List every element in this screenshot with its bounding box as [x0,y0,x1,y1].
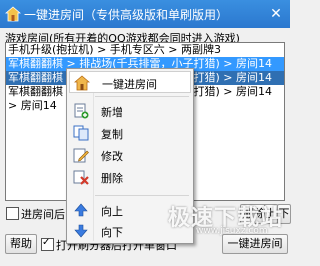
help-button[interactable]: 帮助 [5,234,37,254]
menu-item-delete[interactable]: 删除 [69,166,191,188]
arrow-up-icon [74,203,88,217]
menu-item-label: 向下 [101,226,123,239]
app-house-icon [5,6,21,22]
menu-item-label: 删除 [101,172,123,185]
enter-room-button[interactable]: 一键进房间 [222,234,288,254]
room-list-item[interactable]: 手机升级(抱拉机) > 手机专区六 > 两副牌3 [6,43,284,57]
watermark-url: www.jisuxz.com [196,226,268,236]
enter-room-checkbox-label: 进房间后 [21,208,65,221]
menu-item-label: 修改 [101,150,123,163]
arrow-down-icon [74,224,88,238]
window-title: 一键进房间（专供高级版和单刷版用） [24,8,229,22]
menu-item-edit[interactable]: 修改 [69,144,191,166]
copy-icon [73,125,89,141]
close-button[interactable]: ✕ [266,4,286,24]
delete-icon [73,170,89,185]
edit-icon [73,148,89,163]
menu-separator [95,96,189,97]
menu-item-label: 新增 [101,106,123,119]
menu-item-enter-room[interactable]: 一键进房间 [69,71,191,93]
title-bar: 一键进房间（专供高级版和单刷版用） ✕ [0,0,290,28]
menu-separator [95,195,189,196]
menu-item-label: 复制 [101,128,123,141]
open-refresher-checkbox[interactable] [41,237,54,251]
house-icon [74,75,90,91]
menu-item-label: 向上 [101,205,123,218]
menu-item-add[interactable]: 新增 [69,100,191,122]
add-icon [74,103,89,119]
menu-item-copy[interactable]: 复制 [69,122,191,144]
enter-room-checkbox[interactable] [6,207,19,220]
menu-item-label: 一键进房间 [102,78,157,91]
